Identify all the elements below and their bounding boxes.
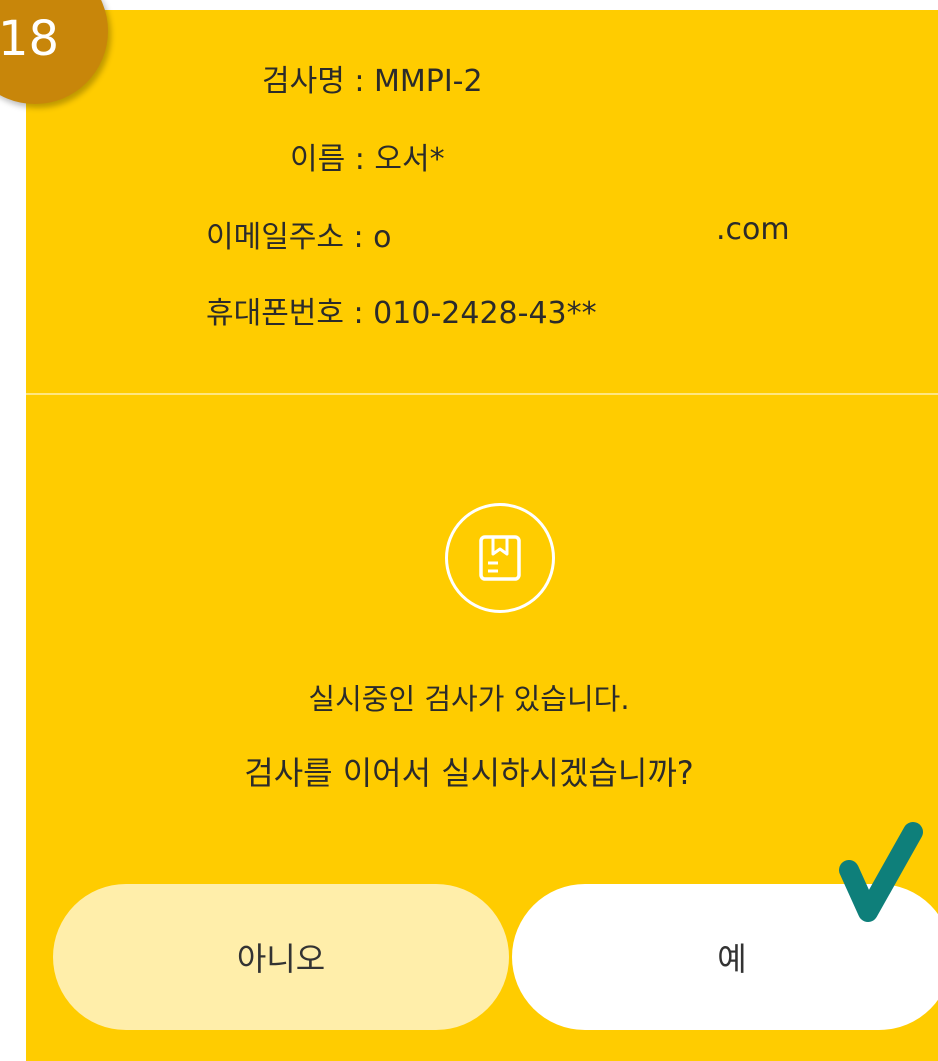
phone-label: 휴대폰번호 : 010-2428-43** (206, 296, 597, 331)
divider (26, 393, 938, 395)
no-button[interactable]: 아니오 (53, 884, 509, 1030)
email-suffix-label: .com (716, 212, 790, 247)
continue-question: 검사를 이어서 실시하시겠습니까? (244, 754, 694, 792)
yes-button-label: 예 (717, 940, 747, 978)
ongoing-test-message: 실시중인 검사가 있습니다. (308, 682, 630, 716)
no-button-label: 아니오 (236, 940, 326, 978)
user-name-label: 이름 : 오서* (290, 142, 445, 177)
step-number: 18 (0, 11, 60, 67)
email-prefix-label: 이메일주소 : o (206, 220, 392, 255)
test-name-label: 검사명 : MMPI-2 (262, 64, 483, 99)
clipboard-icon (445, 503, 555, 613)
checkmark-icon (839, 822, 923, 922)
